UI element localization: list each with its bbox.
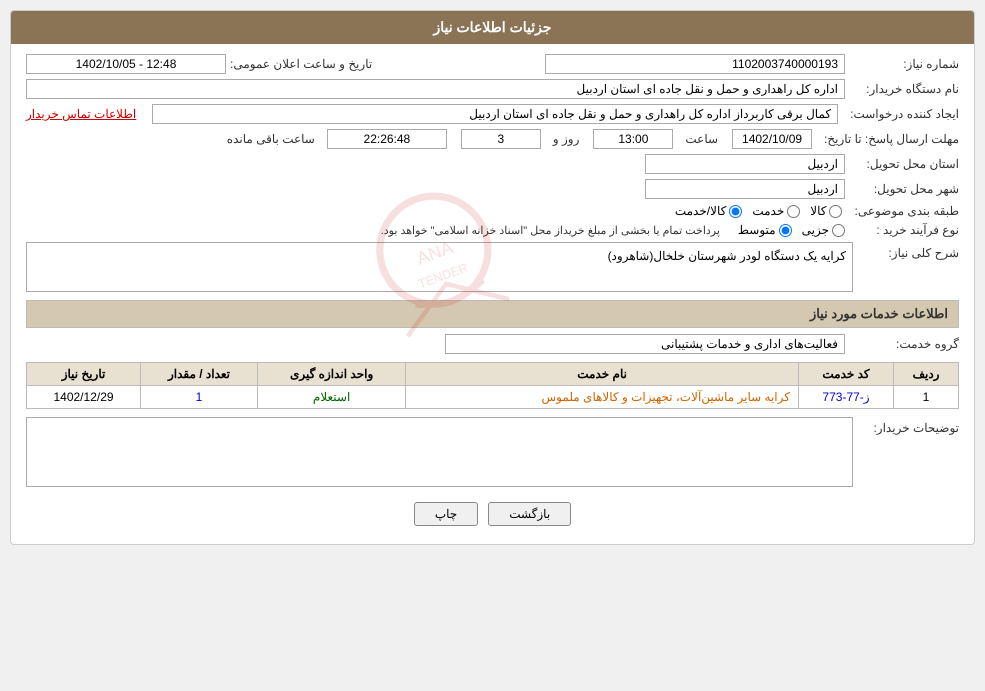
buttons-row: بازگشت چاپ <box>26 502 959 526</box>
ostan-label: استان محل تحویل: <box>849 157 959 171</box>
tabaqe-kala-khedmat-label: کالا/خدمت <box>675 204 726 218</box>
print-button[interactable]: چاپ <box>414 502 478 526</box>
tabaqe-kala-khedmat-radio[interactable] <box>729 205 742 218</box>
noe-jozi-item: جزیی <box>802 223 845 237</box>
sharh-box: ANA TENDER کرایه یک دستگاه لودر شهرستان … <box>26 242 853 292</box>
card-body: شماره نیاز: 1102003740000193 تاریخ و ساع… <box>11 44 974 544</box>
mohlat-label: مهلت ارسال پاسخ: تا تاریخ: <box>816 132 959 146</box>
noe-jozi-radio[interactable] <box>832 224 845 237</box>
tarikh-value: 1402/10/05 - 12:48 <box>26 54 226 74</box>
ijadKonande-label: ایجاد کننده درخواست: <box>842 107 959 121</box>
tosih-textarea[interactable] <box>26 417 853 487</box>
ijadKonande-value: کمال برقی کاربرداز اداره کل راهداری و حم… <box>152 104 838 124</box>
namDastgah-label: نام دستگاه خریدار: <box>849 82 959 96</box>
col-tarikh: تاریخ نیاز <box>27 363 141 386</box>
row-ijadKonande: ایجاد کننده درخواست: کمال برقی کاربرداز … <box>26 104 959 124</box>
tabaqe-kala-khedmat-item: کالا/خدمت <box>675 204 742 218</box>
noe-motavaset-radio[interactable] <box>779 224 792 237</box>
ostan-value: اردبیل <box>645 154 845 174</box>
services-table-section: ردیف کد خدمت نام خدمت واحد اندازه گیری ت… <box>26 362 959 409</box>
mohlat-saat: 13:00 <box>593 129 673 149</box>
noe-motavaset-label: متوسط <box>738 223 776 237</box>
tosih-label: توضیحات خریدار: <box>859 417 959 435</box>
mohlat-baqi-label: ساعت باقی مانده <box>227 132 315 146</box>
tabaqe-khedmat-radio[interactable] <box>787 205 800 218</box>
col-radif: ردیف <box>894 363 959 386</box>
noe-motavaset-item: متوسط <box>738 223 792 237</box>
noe-label: نوع فرآیند خرید : <box>849 223 959 237</box>
shahr-value: اردبیل <box>645 179 845 199</box>
tabaqe-kala-label: کالا <box>810 204 826 218</box>
mohlat-roz-label: روز و <box>553 132 580 146</box>
noe-jozi-label: جزیی <box>802 223 829 237</box>
col-tedad: تعداد / مقدار <box>141 363 258 386</box>
noe-note: پرداخت تمام یا بخشی از مبلغ خریداز محل "… <box>381 224 720 237</box>
row-shahr: شهر محل تحویل: اردبیل <box>26 179 959 199</box>
tabaqe-radio-group: کالا خدمت کالا/خدمت <box>675 204 843 218</box>
cell-radif: 1 <box>894 386 959 409</box>
grohe-value: فعالیت‌های اداری و خدمات پشتیبانی <box>445 334 845 354</box>
tarikh-label: تاریخ و ساعت اعلان عمومی: <box>230 57 372 71</box>
cell-tarikh: 1402/12/29 <box>27 386 141 409</box>
tabaqe-kala-item: کالا <box>810 204 842 218</box>
table-row: 1 ز-77-773 کرایه سایر ماشین‌آلات، تجهیزا… <box>27 386 959 409</box>
back-button[interactable]: بازگشت <box>488 502 571 526</box>
services-table: ردیف کد خدمت نام خدمت واحد اندازه گیری ت… <box>26 362 959 409</box>
row-noe: نوع فرآیند خرید : جزیی متوسط پرداخت تمام… <box>26 223 959 237</box>
cell-vahed: استعلام <box>257 386 405 409</box>
header-title: جزئیات اطلاعات نیاز <box>433 19 551 35</box>
tosih-content <box>26 417 853 490</box>
cell-kod: ز-77-773 <box>798 386 893 409</box>
noe-radio-group: جزیی متوسط <box>738 223 845 237</box>
row-shomareNiaz: شماره نیاز: 1102003740000193 تاریخ و ساع… <box>26 54 959 74</box>
card-header: جزئیات اطلاعات نیاز <box>11 11 974 44</box>
row-mohlat: مهلت ارسال پاسخ: تا تاریخ: 1402/10/09 سا… <box>26 129 959 149</box>
row-tabaqe: طبقه بندی موضوعی: کالا خدمت کالا/خدمت <box>26 204 959 218</box>
sharh-label: شرح کلی نیاز: <box>859 242 959 260</box>
row-grohe: گروه خدمت: فعالیت‌های اداری و خدمات پشتی… <box>26 334 959 354</box>
tabaqe-label: طبقه بندی موضوعی: <box>846 204 959 218</box>
services-section-title: اطلاعات خدمات مورد نیاز <box>26 300 959 328</box>
mohlat-roz: 3 <box>461 129 541 149</box>
shomareNiaz-value: 1102003740000193 <box>545 54 845 74</box>
shomareNiaz-label: شماره نیاز: <box>849 57 959 71</box>
row-namDastgah: نام دستگاه خریدار: اداره کل راهداری و حم… <box>26 79 959 99</box>
main-card: جزئیات اطلاعات نیاز شماره نیاز: 11020037… <box>10 10 975 545</box>
shahr-label: شهر محل تحویل: <box>849 182 959 196</box>
tabaqe-khedmat-label: خدمت <box>752 204 784 218</box>
etelaat-link[interactable]: اطلاعات تماس خریدار <box>26 107 136 121</box>
sharh-content: ANA TENDER کرایه یک دستگاه لودر شهرستان … <box>26 242 853 292</box>
grohe-label: گروه خدمت: <box>849 337 959 351</box>
mohlat-saat-label: ساعت <box>685 132 718 146</box>
namDastgah-value: اداره کل راهداری و حمل و نقل جاده ای است… <box>26 79 845 99</box>
row-tosih: توضیحات خریدار: <box>26 417 959 490</box>
svg-text:ANA: ANA <box>414 237 456 268</box>
col-kod: کد خدمت <box>798 363 893 386</box>
mohlat-baqi: 22:26:48 <box>327 129 447 149</box>
cell-tedad: 1 <box>141 386 258 409</box>
col-nam: نام خدمت <box>406 363 799 386</box>
row-sharh: شرح کلی نیاز: ANA TENDER کرایه یک دستگاه… <box>26 242 959 292</box>
tabaqe-khedmat-item: خدمت <box>752 204 800 218</box>
tabaqe-kala-radio[interactable] <box>829 205 842 218</box>
sharh-value: کرایه یک دستگاه لودر شهرستان خلخال(شاهرو… <box>608 249 846 263</box>
row-ostan: استان محل تحویل: اردبیل <box>26 154 959 174</box>
col-vahed: واحد اندازه گیری <box>257 363 405 386</box>
mohlat-date: 1402/10/09 <box>732 129 812 149</box>
cell-nam: کرایه سایر ماشین‌آلات، تجهیزات و کالاهای… <box>406 386 799 409</box>
svg-text:TENDER: TENDER <box>416 260 469 291</box>
